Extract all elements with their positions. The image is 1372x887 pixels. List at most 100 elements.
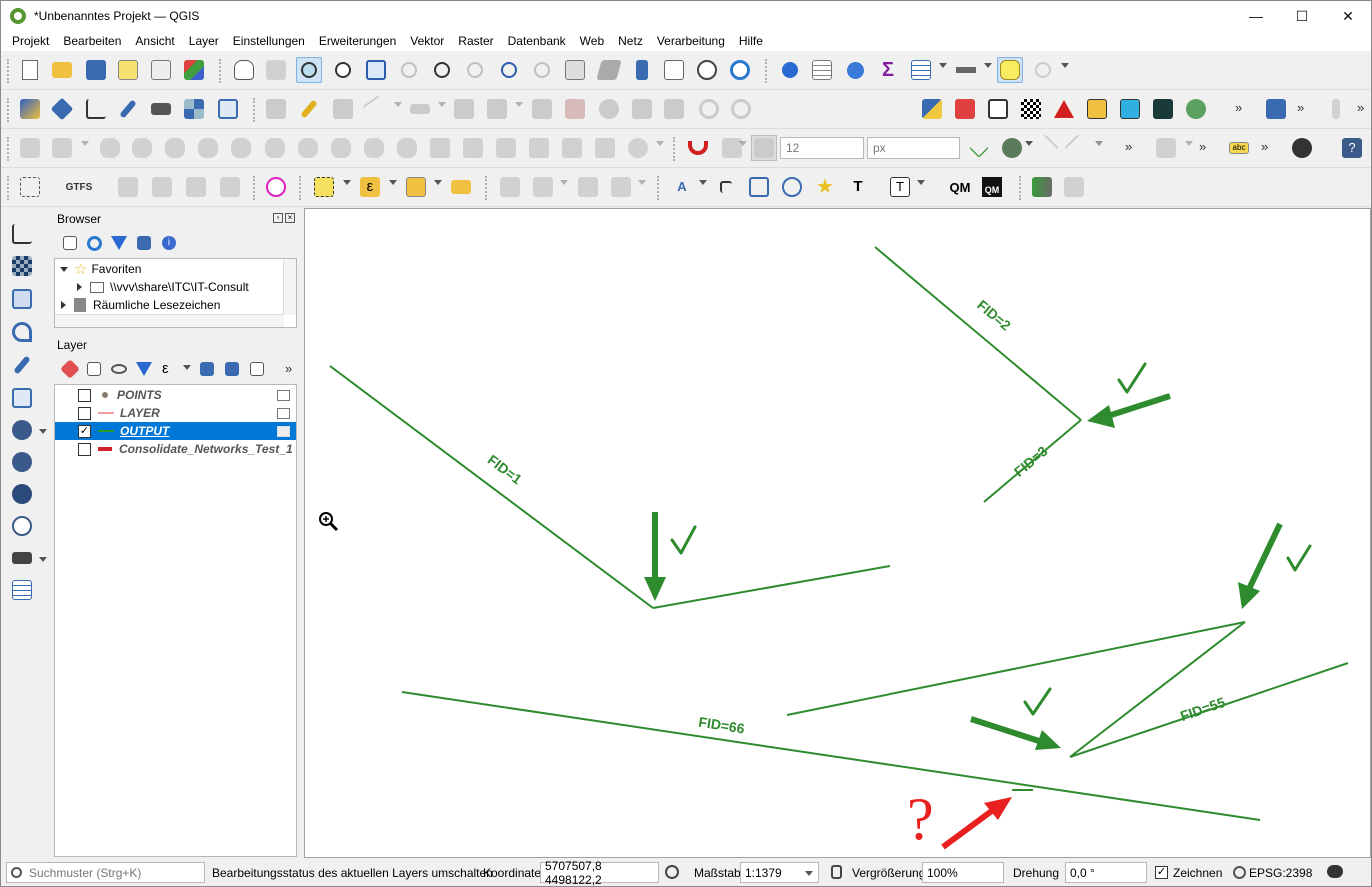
snap-mode-button[interactable]	[751, 135, 777, 161]
new-print-layout-button[interactable]	[115, 57, 141, 83]
messages-icon[interactable]	[1327, 865, 1343, 878]
filter-expression-dropdown[interactable]	[183, 365, 191, 370]
postgis-dropdown[interactable]	[39, 429, 47, 434]
zoom-next-button[interactable]	[529, 57, 555, 83]
delete-selected-button[interactable]	[562, 96, 588, 122]
network-tool-3-button[interactable]	[183, 174, 209, 200]
add-wms-button[interactable]	[9, 449, 35, 475]
add-delimited-text-button[interactable]	[9, 319, 35, 345]
toolbar-grip[interactable]	[765, 59, 769, 83]
plugin-button-aa2[interactable]	[1117, 96, 1143, 122]
select-location-button[interactable]	[17, 174, 43, 200]
toolbar-more-6[interactable]: »	[1261, 139, 1268, 154]
add-part-button[interactable]	[262, 135, 288, 161]
add-gpx-layer-button[interactable]	[9, 352, 35, 378]
modify-dropdown[interactable]	[515, 102, 523, 107]
open-attribute-table-button[interactable]	[809, 57, 835, 83]
qr-plugin-button[interactable]	[1018, 96, 1044, 122]
add-virtual-layer-button[interactable]	[9, 545, 35, 571]
add-spatialite-button[interactable]	[9, 385, 35, 411]
line-fid-1[interactable]	[329, 365, 654, 609]
vertex-tool-button[interactable]	[451, 96, 477, 122]
snap-unit-select[interactable]: px	[867, 137, 960, 159]
menu-raster[interactable]: Raster	[451, 34, 500, 48]
new-temporary-layer-button[interactable]	[9, 577, 35, 603]
select-features-dropdown[interactable]	[343, 180, 351, 185]
new-map-view-button[interactable]	[562, 57, 588, 83]
plugin-button-grid[interactable]	[1061, 174, 1087, 200]
network-tool-2-button[interactable]	[149, 174, 175, 200]
toggle-extents-icon[interactable]	[665, 865, 679, 879]
advanced-digitize-button[interactable]	[17, 135, 43, 161]
add-mesh-layer-button[interactable]	[9, 286, 35, 312]
toolbar-grip[interactable]	[673, 137, 677, 161]
new-3d-map-view-button[interactable]	[596, 57, 622, 83]
modify-attributes-button[interactable]	[484, 96, 510, 122]
minimize-button[interactable]: —	[1233, 1, 1279, 31]
add-postgis-button[interactable]	[9, 417, 35, 443]
field-calculator-dropdown[interactable]	[939, 63, 947, 68]
save-layer-edits-button[interactable]	[330, 96, 356, 122]
manage-themes-button[interactable]	[107, 357, 131, 381]
toolbar-grip[interactable]	[7, 137, 11, 161]
plugin-button-chart[interactable]	[1323, 96, 1349, 122]
text-annotation-button[interactable]: T	[887, 174, 913, 200]
layer-item-output[interactable]: ✓ OUTPUT	[55, 422, 296, 440]
line-fid-2[interactable]	[874, 246, 1082, 421]
expand-all-button[interactable]	[195, 357, 219, 381]
toolbar-more-5[interactable]: »	[1199, 139, 1206, 154]
plugin-button-aa[interactable]	[1084, 96, 1110, 122]
zoom-last-button[interactable]	[496, 57, 522, 83]
identify-features-button[interactable]	[777, 57, 803, 83]
statistical-summary-button[interactable]: Σ	[875, 57, 901, 83]
maximize-button[interactable]: ☐	[1279, 1, 1325, 31]
add-wcs-button[interactable]	[9, 481, 35, 507]
snap-intersection-button[interactable]	[999, 135, 1025, 161]
plugin-button-digitize[interactable]	[1263, 96, 1289, 122]
layer-labeling-button[interactable]: A	[669, 174, 695, 200]
measure-line-button[interactable]	[953, 57, 979, 83]
toolbar-grip[interactable]	[253, 98, 257, 122]
filter-legend-button[interactable]	[132, 357, 156, 381]
deselect-features-button[interactable]	[403, 174, 429, 200]
plugin-button-layers[interactable]	[1183, 96, 1209, 122]
plugin-button-2[interactable]	[985, 96, 1011, 122]
zoom-in-button[interactable]	[296, 57, 322, 83]
toolbar-grip[interactable]	[219, 59, 223, 83]
python-console-button[interactable]	[919, 96, 945, 122]
toolbar-grip[interactable]	[7, 59, 11, 83]
toolbar-grip[interactable]	[7, 176, 11, 200]
browser-item-favorites[interactable]: ☆ Favoriten	[55, 260, 141, 278]
deselect-dropdown[interactable]	[434, 180, 442, 185]
attribute-table-edit-button[interactable]	[529, 96, 555, 122]
menu-verarbeitung[interactable]: Verarbeitung	[650, 34, 732, 48]
filter-by-expression-button[interactable]: ε	[157, 357, 181, 381]
map-canvas[interactable]: FID=2 FID=3 FID=1 FID=55 FID=66 ?	[304, 208, 1371, 858]
line-segment[interactable]	[786, 621, 1246, 716]
plugin-button-tools[interactable]	[1029, 174, 1055, 200]
menu-projekt[interactable]: Projekt	[5, 34, 56, 48]
pin-labels-button[interactable]	[713, 174, 739, 200]
tracing-button[interactable]	[1030, 133, 1060, 163]
menu-bearbeiten[interactable]: Bearbeiten	[56, 34, 128, 48]
split-parts-button[interactable]	[526, 135, 552, 161]
scale-combobox[interactable]: 1:1379	[740, 862, 819, 883]
refresh-button[interactable]	[727, 57, 753, 83]
digitize-curve-button[interactable]	[49, 135, 75, 161]
line-segment[interactable]	[1069, 621, 1246, 758]
zoom-native-button[interactable]	[462, 57, 488, 83]
data-source-manager-button[interactable]	[17, 96, 43, 122]
layer-visibility-checkbox[interactable]: ✓	[78, 424, 91, 438]
paste-features-button[interactable]	[661, 96, 687, 122]
delete-ring-button[interactable]	[328, 135, 354, 161]
offset-curve-button[interactable]	[427, 135, 453, 161]
toolbar-more-4[interactable]: »	[1125, 139, 1132, 154]
select-by-expression-button[interactable]: ε	[357, 174, 383, 200]
topological-editing-button[interactable]	[966, 135, 992, 161]
style-manager-button[interactable]	[181, 57, 207, 83]
text-annotation-dropdown[interactable]	[917, 180, 925, 185]
undo-button[interactable]	[696, 96, 722, 122]
new-shapefile-layer-button[interactable]	[83, 96, 109, 122]
toolbar-more-1[interactable]: »	[1235, 100, 1242, 115]
layout-manager-button[interactable]	[148, 57, 174, 83]
